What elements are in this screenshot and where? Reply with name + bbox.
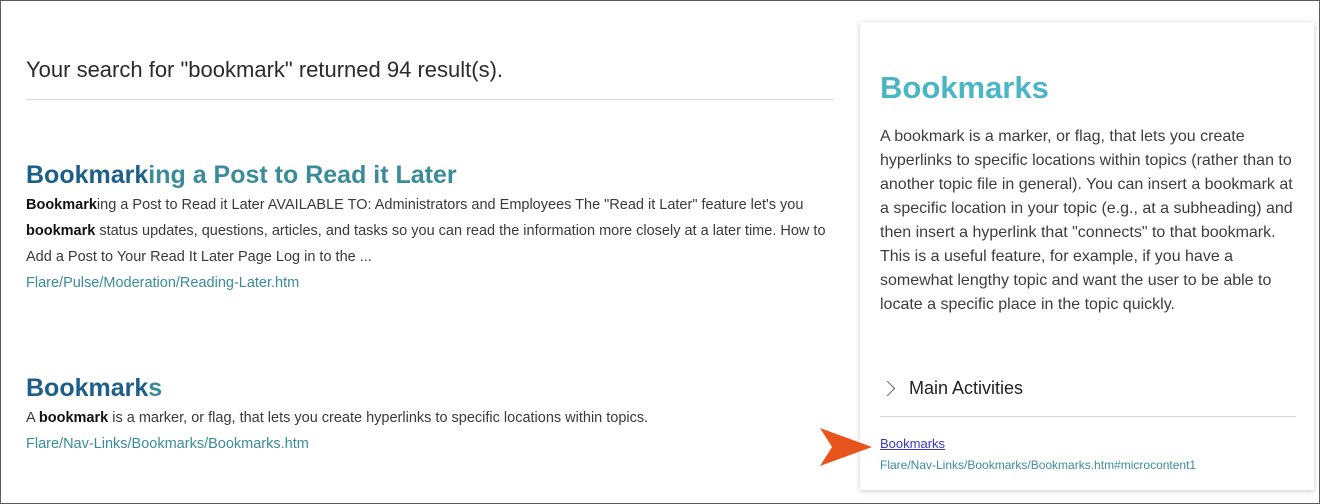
- microcontent-divider: [880, 416, 1296, 417]
- snippet-highlight: bookmark: [26, 223, 96, 239]
- result-snippet: A bookmark is a marker, or flag, that le…: [26, 405, 826, 431]
- microcontent-title: Bookmarks: [880, 70, 1049, 105]
- snippet-highlight: bookmark: [38, 410, 109, 426]
- callout-arrow-icon: [820, 428, 872, 466]
- title-rest: s: [148, 374, 163, 402]
- main-activities-toggle[interactable]: Main Activities: [879, 373, 1296, 403]
- result-title-link[interactable]: Bookmarking a Post to Read it Later: [26, 158, 826, 192]
- summary-divider: [26, 99, 834, 100]
- title-highlight: Bookmark: [26, 161, 149, 189]
- microcontent-link[interactable]: Bookmarks: [880, 436, 945, 451]
- result-title-link[interactable]: Bookmarks: [26, 371, 826, 405]
- search-result: Bookmarking a Post to Read it Later Book…: [26, 158, 826, 296]
- snippet-text: is a marker, or flag, that lets you crea…: [108, 410, 649, 426]
- title-rest: ing a Post to Read it Later: [148, 161, 457, 189]
- search-result: Bookmarks A bookmark is a marker, or fla…: [26, 371, 826, 457]
- title-highlight: Bookmark: [26, 374, 149, 402]
- result-url[interactable]: Flare/Pulse/Moderation/Reading-Later.htm: [26, 270, 826, 296]
- search-results-summary: Your search for "bookmark" returned 94 r…: [26, 57, 504, 82]
- microcontent-url[interactable]: Flare/Nav-Links/Bookmarks/Bookmarks.htm#…: [880, 458, 1196, 472]
- snippet-text: A: [26, 410, 39, 426]
- snippet-highlight: Bookmark: [26, 197, 97, 213]
- result-snippet: Bookmarking a Post to Read it Later AVAI…: [26, 192, 826, 270]
- snippet-text: ing a Post to Read it Later AVAILABLE TO…: [96, 197, 804, 213]
- microcontent-panel: Bookmarks A bookmark is a marker, or fla…: [860, 22, 1314, 490]
- microcontent-body: A bookmark is a marker, or flag, that le…: [880, 128, 1293, 313]
- chevron-right-icon: [879, 380, 896, 396]
- main-activities-label: Main Activities: [909, 377, 1024, 398]
- result-url[interactable]: Flare/Nav-Links/Bookmarks/Bookmarks.htm: [26, 431, 826, 457]
- snippet-text: status updates, questions, articles, and…: [26, 223, 826, 265]
